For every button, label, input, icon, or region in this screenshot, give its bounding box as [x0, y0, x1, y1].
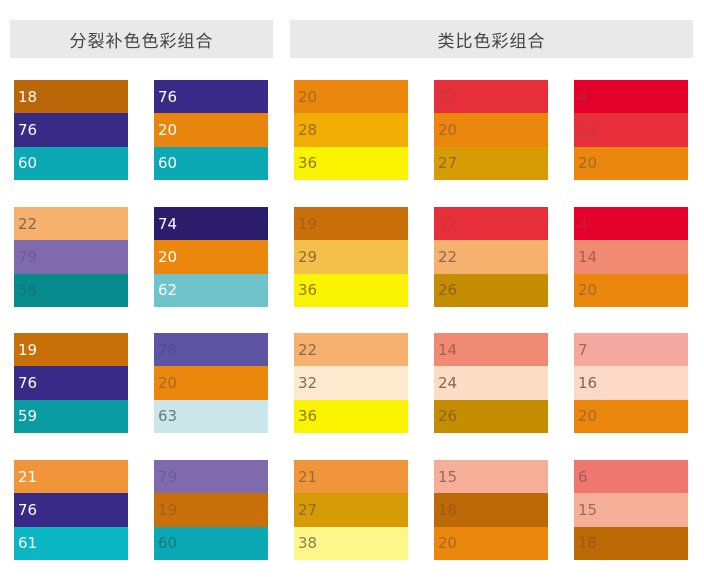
color-swatch: 62: [154, 273, 268, 307]
color-swatch: 60: [14, 146, 128, 180]
color-swatch: 20: [154, 240, 268, 274]
color-swatch: 19: [14, 333, 128, 367]
color-swatch: 63: [154, 399, 268, 433]
color-swatch: 20: [574, 146, 688, 180]
color-swatch: 24: [434, 366, 548, 400]
color-swatch: 19: [294, 207, 408, 241]
color-swatch: 18: [434, 493, 548, 527]
color-swatch: 79: [154, 460, 268, 494]
color-swatch: 60: [154, 146, 268, 180]
color-swatch: 32: [294, 366, 408, 400]
color-swatch: 15: [574, 493, 688, 527]
color-palette: 20 28 36: [294, 80, 408, 180]
color-swatch: 20: [154, 113, 268, 147]
color-palette: 74 20 62: [154, 207, 268, 307]
color-swatch: 18: [14, 80, 128, 114]
color-swatch: 20: [434, 113, 548, 147]
color-palette: 78 20 63: [154, 333, 268, 433]
color-palette: 22 32 36: [294, 333, 408, 433]
color-swatch: 78: [154, 333, 268, 367]
color-swatch: 6: [574, 460, 688, 494]
color-palette: 18 76 60: [14, 80, 128, 180]
color-palette: 76 20 60: [154, 80, 268, 180]
color-swatch: 76: [14, 493, 128, 527]
color-swatch: 22: [14, 207, 128, 241]
color-swatch: 20: [154, 366, 268, 400]
color-swatch: 36: [294, 273, 408, 307]
color-palette: 21 27 38: [294, 460, 408, 560]
color-palette: 22 79 58: [14, 207, 128, 307]
color-swatch: 14: [574, 240, 688, 274]
color-swatch: 12: [434, 80, 548, 114]
color-swatch: 22: [294, 333, 408, 367]
color-palette: 14 24 26: [434, 333, 548, 433]
color-swatch: 4: [574, 80, 688, 114]
color-swatch: 28: [294, 113, 408, 147]
color-swatch: 7: [574, 333, 688, 367]
color-palette: 19 29 36: [294, 207, 408, 307]
color-swatch: 20: [434, 526, 548, 560]
color-swatch: 12: [434, 207, 548, 241]
color-swatch: 76: [14, 113, 128, 147]
color-swatch: 21: [14, 460, 128, 494]
color-palette: 12 20 27: [434, 80, 548, 180]
split-complementary-header: 分裂补色色彩组合: [10, 20, 273, 58]
color-swatch: 58: [14, 273, 128, 307]
color-swatch: 26: [434, 273, 548, 307]
color-swatch: 26: [434, 399, 548, 433]
color-swatch: 20: [574, 399, 688, 433]
color-swatch: 59: [14, 399, 128, 433]
color-palette: 15 18 20: [434, 460, 548, 560]
color-palette: 19 76 59: [14, 333, 128, 433]
color-swatch: 36: [294, 399, 408, 433]
color-swatch: 16: [574, 366, 688, 400]
color-swatch: 36: [294, 146, 408, 180]
color-palette: 21 76 61: [14, 460, 128, 560]
color-swatch: 15: [434, 460, 548, 494]
color-swatch: 76: [14, 366, 128, 400]
color-palette: 12 22 26: [434, 207, 548, 307]
color-swatch: 74: [154, 207, 268, 241]
color-swatch: 18: [574, 526, 688, 560]
color-swatch: 27: [294, 493, 408, 527]
color-swatch: 76: [154, 80, 268, 114]
color-palette: 4 14 20: [574, 207, 688, 307]
color-swatch: 22: [434, 240, 548, 274]
analogous-header: 类比色彩组合: [290, 20, 693, 58]
color-swatch: 21: [294, 460, 408, 494]
color-swatch: 14: [434, 333, 548, 367]
color-swatch: 60: [154, 526, 268, 560]
color-palette: 7 16 20: [574, 333, 688, 433]
color-palette: 4 12 20: [574, 80, 688, 180]
color-swatch: 61: [14, 526, 128, 560]
color-swatch: 20: [574, 273, 688, 307]
color-swatch: 19: [154, 493, 268, 527]
color-swatch: 27: [434, 146, 548, 180]
color-palette: 6 15 18: [574, 460, 688, 560]
color-swatch: 29: [294, 240, 408, 274]
color-swatch: 4: [574, 207, 688, 241]
color-swatch: 12: [574, 113, 688, 147]
color-swatch: 79: [14, 240, 128, 274]
color-swatch: 20: [294, 80, 408, 114]
color-palette: 79 19 60: [154, 460, 268, 560]
color-swatch: 38: [294, 526, 408, 560]
